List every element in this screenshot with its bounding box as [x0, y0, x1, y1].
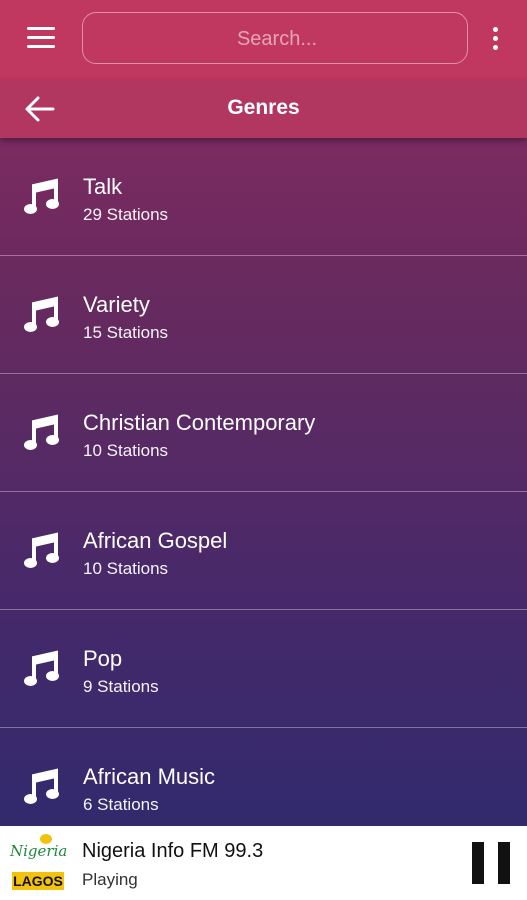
- station-count: 10 Stations: [83, 559, 169, 578]
- station-name: Nigeria Info FM 99.3: [82, 840, 264, 862]
- genre-name: Talk: [83, 174, 123, 199]
- page-title: Genres: [227, 96, 300, 119]
- music-note-icon: [24, 296, 59, 332]
- station-count: 15 Stations: [83, 323, 169, 342]
- music-note-icon: [24, 650, 59, 686]
- music-note-icon: [24, 414, 59, 450]
- music-note-icon: [24, 532, 59, 568]
- title-bar: Genres: [0, 80, 527, 138]
- search-box[interactable]: [82, 12, 471, 65]
- station-count: 6 Stations: [83, 795, 159, 814]
- genre-item-pop[interactable]: Pop 9 Stations: [0, 610, 527, 728]
- playback-status: Playing: [82, 870, 138, 889]
- search-input[interactable]: [83, 13, 471, 65]
- more-vertical-icon[interactable]: [488, 27, 502, 55]
- genre-name: Pop: [83, 646, 123, 671]
- station-count: 10 Stations: [83, 441, 169, 460]
- genre-name: Christian Contemporary: [83, 410, 316, 435]
- station-count: 29 Stations: [83, 205, 169, 224]
- genre-list: Talk 29 Stations Variety 15 Stations Chr…: [0, 138, 527, 826]
- station-logo: Nigeria LAGOS: [10, 834, 67, 892]
- genre-item-african-music[interactable]: African Music 6 Stations: [0, 728, 527, 826]
- music-note-icon: [24, 178, 59, 214]
- station-count: 9 Stations: [83, 677, 159, 696]
- genre-name: African Gospel: [83, 528, 228, 553]
- pause-icon[interactable]: [472, 842, 510, 884]
- top-app-bar: [0, 0, 527, 80]
- music-note-icon: [24, 768, 59, 804]
- genre-item-christian-contemporary[interactable]: Christian Contemporary 10 Stations: [0, 374, 527, 492]
- genre-item-talk[interactable]: Talk 29 Stations: [0, 138, 527, 256]
- genre-item-african-gospel[interactable]: African Gospel 10 Stations: [0, 492, 527, 610]
- genre-name: Variety: [83, 292, 150, 317]
- now-playing-bar[interactable]: Nigeria LAGOS Nigeria Info FM 99.3 Playi…: [0, 826, 527, 900]
- genre-item-variety[interactable]: Variety 15 Stations: [0, 256, 527, 374]
- genre-name: African Music: [83, 764, 216, 789]
- hamburger-menu-icon[interactable]: [22, 27, 60, 55]
